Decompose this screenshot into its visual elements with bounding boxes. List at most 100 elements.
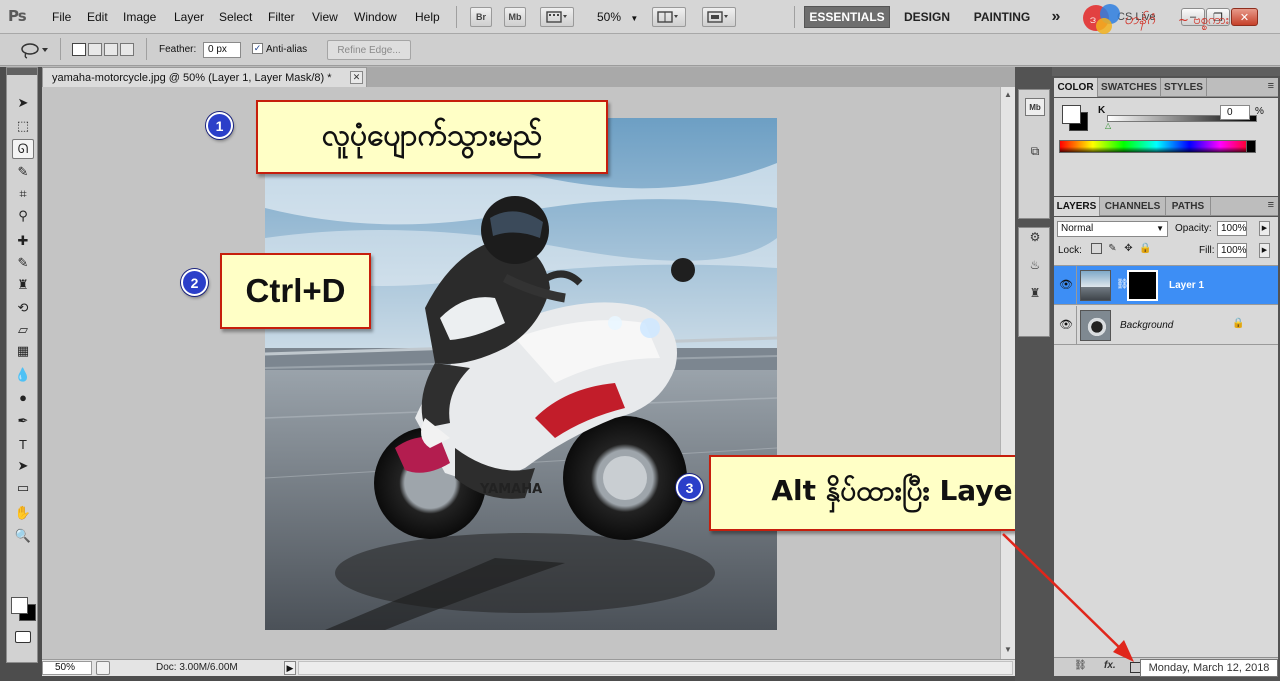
scroll-down-icon[interactable]: ▼: [1004, 645, 1012, 654]
lock-position-icon[interactable]: ✥: [1123, 243, 1134, 254]
fill-arrow[interactable]: ▶: [1259, 243, 1270, 258]
visibility-eye-icon[interactable]: 👁: [1058, 317, 1074, 333]
marquee-tool-icon[interactable]: ⬚: [12, 116, 34, 136]
healing-brush-tool-icon[interactable]: ✚: [12, 231, 34, 251]
menu-layer[interactable]: Layer: [174, 10, 204, 24]
clone-source-panel-icon[interactable]: ♜: [1025, 284, 1045, 302]
scroll-up-icon[interactable]: ▲: [1004, 90, 1012, 99]
crop-tool-icon[interactable]: ⌗: [12, 184, 34, 204]
menu-view[interactable]: View: [312, 10, 338, 24]
document-tab[interactable]: yamaha-motorcycle.jpg @ 50% (Layer 1, La…: [42, 67, 367, 87]
workspace-essentials[interactable]: ESSENTIALS: [804, 6, 890, 28]
zoom-level-menu[interactable]: 50% ▼: [597, 10, 638, 24]
dodge-tool-icon[interactable]: ●: [12, 387, 34, 407]
motorcycle-photo[interactable]: YAMAHA: [265, 118, 777, 630]
panel-menu-icon[interactable]: ≡: [1268, 80, 1274, 92]
feather-input[interactable]: 0 px: [203, 42, 241, 58]
menu-help[interactable]: Help: [415, 10, 440, 24]
new-selection-mode[interactable]: [72, 43, 86, 56]
bridge-button[interactable]: Br: [470, 7, 492, 27]
visibility-eye-icon[interactable]: 👁: [1058, 277, 1074, 293]
close-icon[interactable]: ✕: [350, 71, 363, 84]
fill-field[interactable]: 100%: [1217, 243, 1247, 258]
view-extras-button[interactable]: [540, 7, 574, 27]
tab-layers[interactable]: LAYERS: [1054, 197, 1100, 216]
antialias-checkbox[interactable]: ✓: [252, 43, 263, 54]
refine-edge-button[interactable]: Refine Edge...: [327, 40, 411, 60]
menu-file[interactable]: File: [52, 10, 71, 24]
workspace-painting[interactable]: PAINTING: [964, 6, 1040, 28]
tab-swatches[interactable]: SWATCHES: [1098, 78, 1161, 97]
layer-row-layer-1[interactable]: 👁 ⛓ Layer 1: [1054, 266, 1278, 305]
layer-thumbnail[interactable]: [1080, 310, 1111, 341]
path-selection-tool-icon[interactable]: ➤: [12, 456, 34, 476]
menu-image[interactable]: Image: [123, 10, 156, 24]
move-tool-icon[interactable]: ➤: [12, 93, 34, 113]
lasso-tool-icon[interactable]: ᘏ: [12, 139, 34, 159]
layer-mask-thumbnail[interactable]: [1127, 270, 1158, 301]
zoom-tool-icon[interactable]: 🔍: [12, 526, 34, 546]
k-value-field[interactable]: 0: [1220, 105, 1250, 120]
quick-mask-icon[interactable]: [15, 631, 31, 643]
quick-selection-tool-icon[interactable]: ✎: [12, 162, 34, 182]
lock-pixels-icon[interactable]: ✎: [1107, 243, 1118, 254]
lasso-preset-icon[interactable]: [18, 41, 52, 59]
brush-panel-icon[interactable]: ♨: [1025, 256, 1045, 274]
fx-icon[interactable]: fx.: [1104, 660, 1116, 671]
eraser-tool-icon[interactable]: ▱: [12, 320, 34, 340]
opacity-field[interactable]: 100%: [1217, 221, 1247, 236]
lock-all-icon[interactable]: 🔒: [1139, 243, 1151, 254]
tab-styles[interactable]: STYLES: [1161, 78, 1207, 97]
link-layers-icon[interactable]: ⛓: [1074, 660, 1087, 671]
menu-select[interactable]: Select: [219, 10, 252, 24]
screen-mode-button[interactable]: [702, 7, 736, 27]
foreground-color-swatch[interactable]: [11, 597, 28, 614]
layer-row-background[interactable]: 👁 Background 🔒: [1054, 306, 1278, 345]
mini-bridge-button[interactable]: Mb: [504, 7, 526, 27]
blend-mode-select[interactable]: Normal ▼: [1057, 221, 1168, 237]
shape-tool-icon[interactable]: ▭: [12, 478, 34, 498]
tab-channels[interactable]: CHANNELS: [1100, 197, 1166, 216]
hand-tool-icon[interactable]: ✋: [12, 503, 34, 523]
color-foreground-swatch[interactable]: [1062, 105, 1081, 124]
menu-filter[interactable]: Filter: [268, 10, 295, 24]
blur-tool-icon[interactable]: 💧: [12, 365, 34, 385]
pen-tool-icon[interactable]: ✒: [12, 411, 34, 431]
lock-transparency-icon[interactable]: [1091, 243, 1102, 254]
svg-text:YAMAHA: YAMAHA: [479, 482, 542, 497]
panel-menu-icon[interactable]: ≡: [1268, 199, 1274, 211]
history-panel-icon[interactable]: ⧉: [1025, 142, 1045, 160]
tab-color[interactable]: COLOR: [1054, 78, 1098, 97]
add-to-selection-mode[interactable]: [88, 43, 102, 56]
status-menu-arrow[interactable]: ▶: [284, 661, 296, 675]
opacity-arrow[interactable]: ▶: [1259, 221, 1270, 236]
gradient-tool-icon[interactable]: ▦: [12, 341, 34, 361]
tab-paths[interactable]: PATHS: [1166, 197, 1211, 216]
layer-name[interactable]: Background: [1120, 320, 1173, 331]
layer-thumbnail[interactable]: [1080, 270, 1111, 301]
vertical-scrollbar[interactable]: ▲ ▼: [1000, 87, 1015, 659]
mini-bridge-panel-icon[interactable]: Mb: [1025, 98, 1045, 116]
horizontal-scrollbar[interactable]: [298, 661, 1013, 675]
tools-panel-grip[interactable]: [7, 68, 37, 75]
brush-tool-icon[interactable]: ✎: [12, 253, 34, 273]
status-options-icon[interactable]: [96, 661, 110, 675]
history-brush-tool-icon[interactable]: ⟲: [12, 298, 34, 318]
more-workspaces-button[interactable]: »: [1043, 6, 1069, 28]
slider-handle-icon[interactable]: △: [1105, 121, 1111, 130]
type-tool-icon[interactable]: T: [12, 434, 34, 454]
intersect-selection-mode[interactable]: [120, 43, 134, 56]
status-zoom-field[interactable]: 50%: [42, 661, 92, 675]
clone-stamp-tool-icon[interactable]: ♜: [12, 275, 34, 295]
layer-name[interactable]: Layer 1: [1169, 280, 1204, 291]
subtract-from-selection-mode[interactable]: [104, 43, 118, 56]
menu-edit[interactable]: Edit: [87, 10, 108, 24]
workspace-design[interactable]: DESIGN: [897, 6, 957, 28]
adjustments-panel-icon[interactable]: ⚙: [1025, 228, 1045, 246]
menu-window[interactable]: Window: [354, 10, 397, 24]
color-spectrum[interactable]: [1059, 140, 1254, 153]
arrange-documents-button[interactable]: [652, 7, 686, 27]
spectrum-black-swatch[interactable]: [1246, 140, 1256, 153]
eyedropper-tool-icon[interactable]: ⚲: [12, 206, 34, 226]
panel-grip[interactable]: [1052, 67, 1280, 76]
